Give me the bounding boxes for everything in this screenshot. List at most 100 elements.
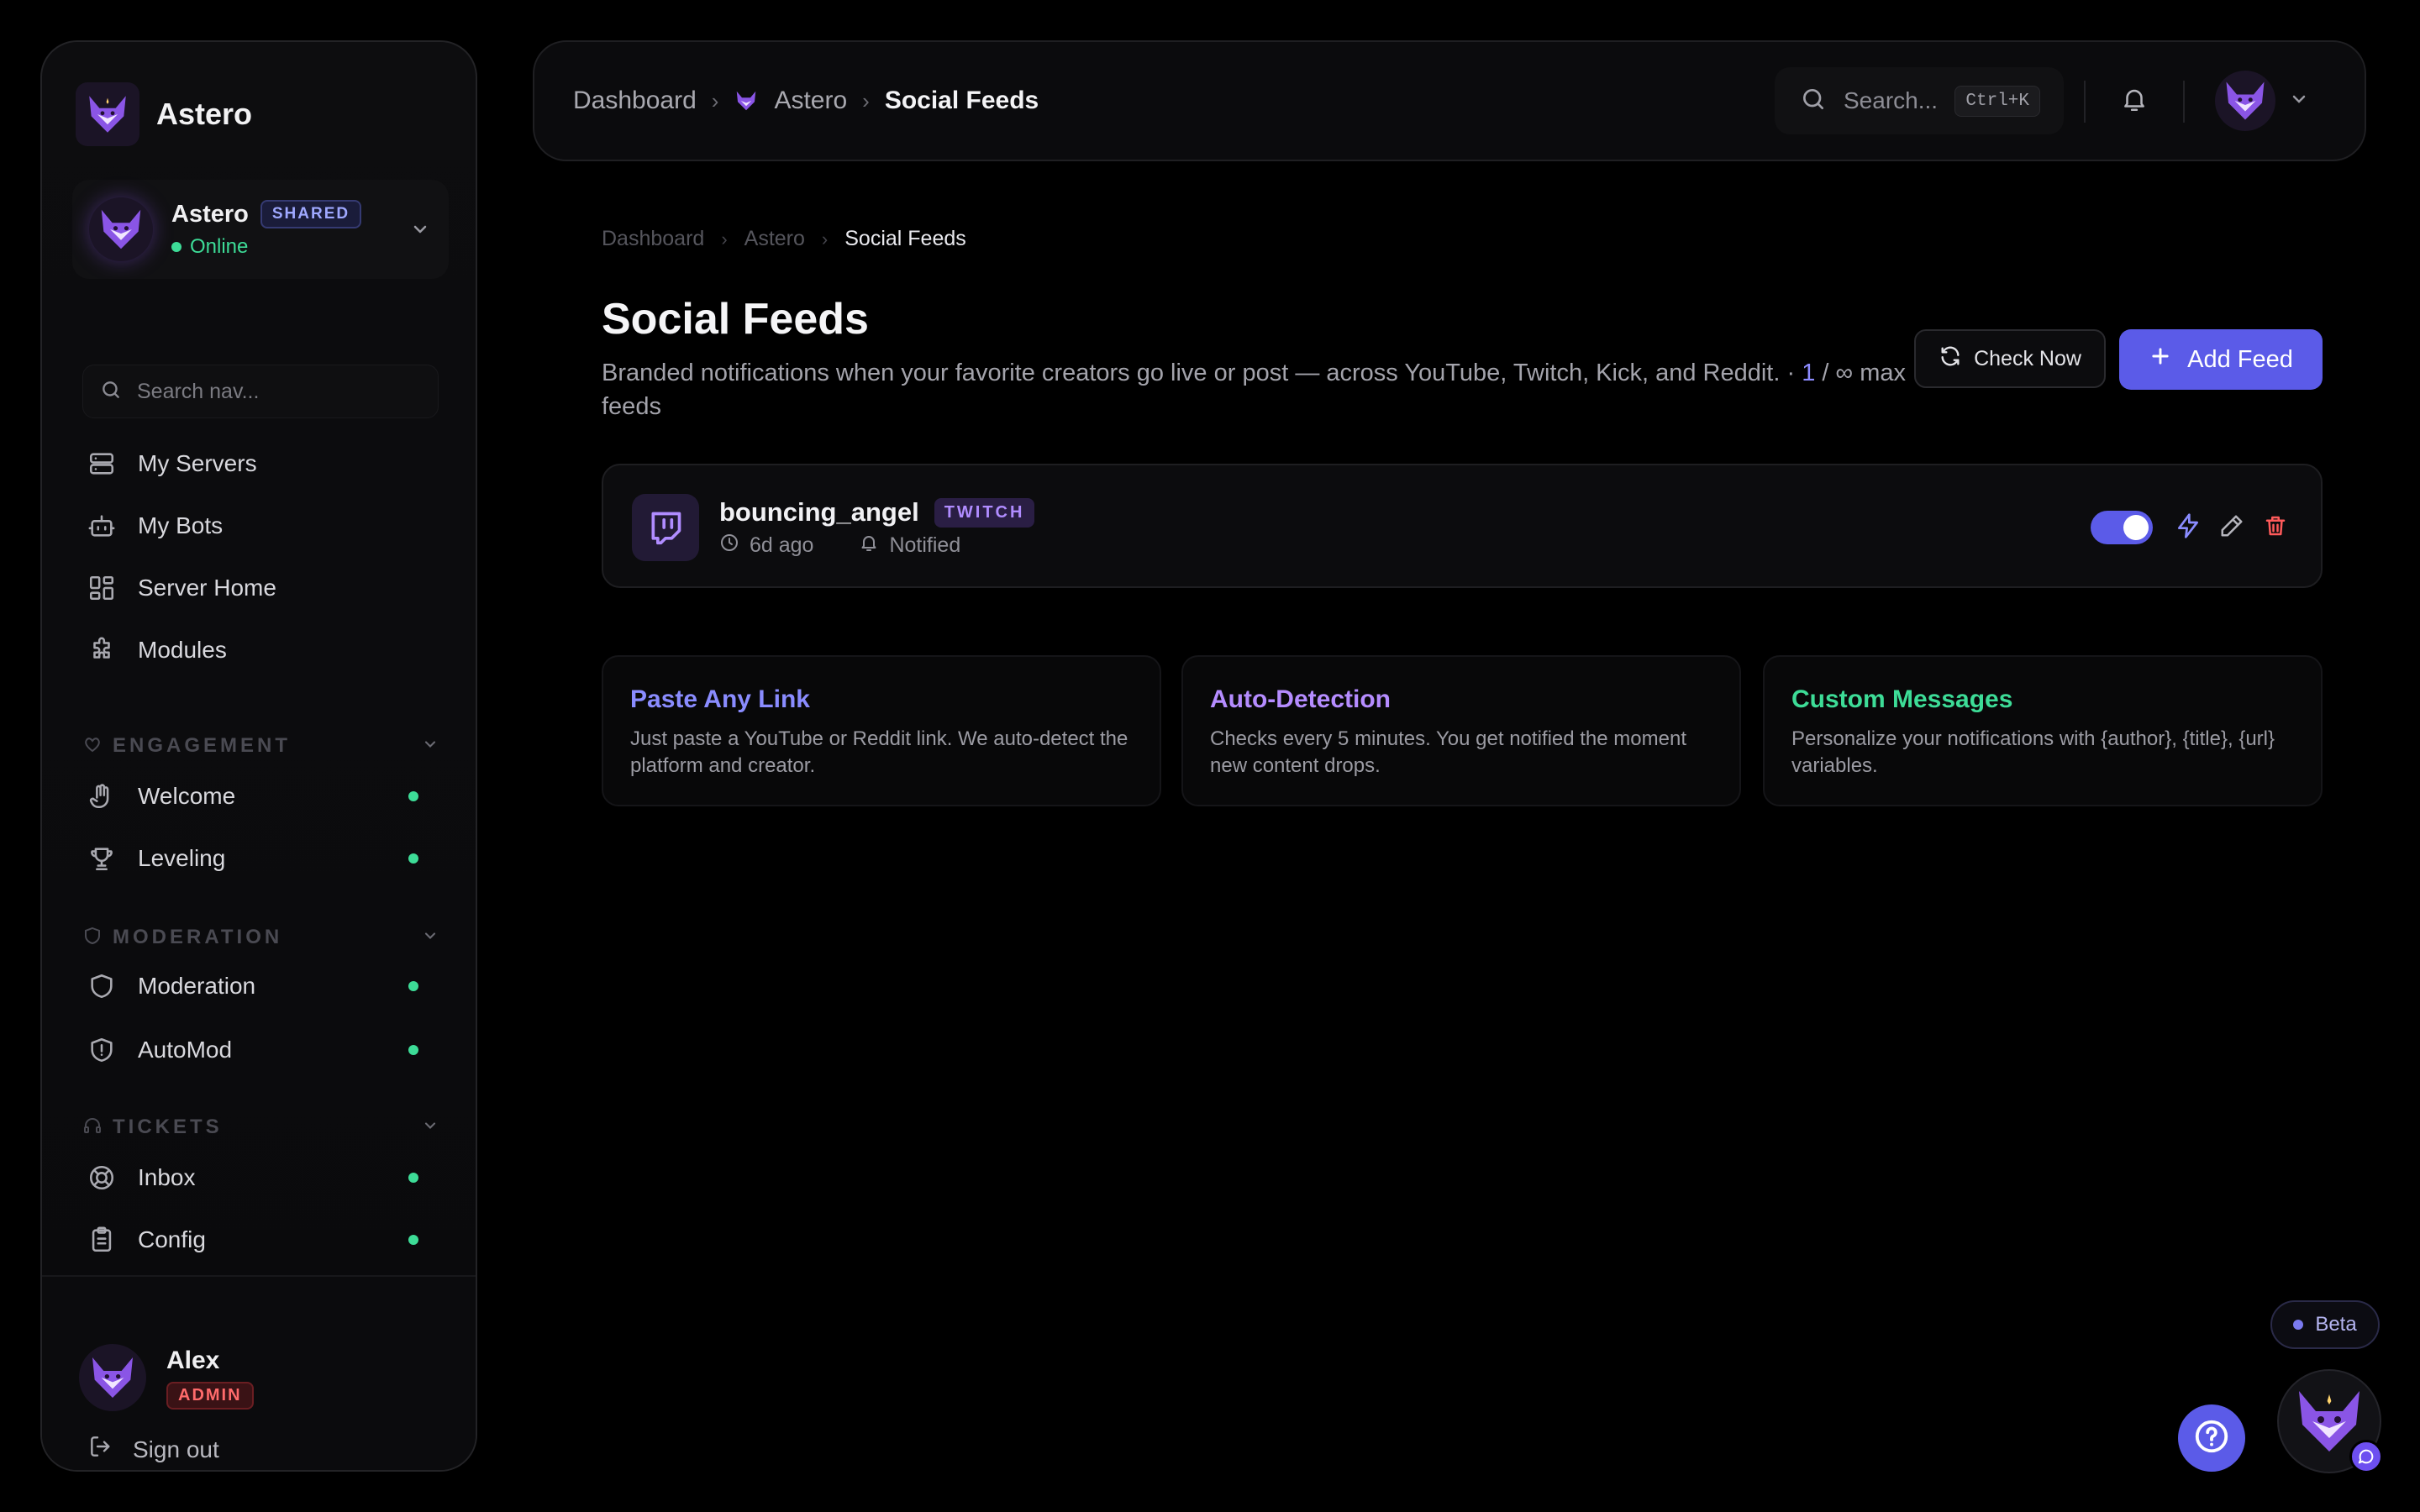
profile-menu[interactable] (2215, 71, 2309, 131)
nav-item-label: AutoMod (138, 1037, 233, 1063)
nav-item-my-servers[interactable]: My Servers (82, 438, 439, 489)
nav-item-server-home[interactable]: Server Home (82, 563, 439, 613)
nav-item-label: My Servers (138, 450, 257, 476)
chevron-down-icon (422, 1117, 439, 1138)
nav-item-label: My Bots (138, 512, 224, 538)
page-breadcrumb: Dashboard › Astero › Social Feeds (602, 227, 966, 251)
feed-name: bouncing_angel (719, 497, 919, 527)
nav-item-inbox[interactable]: Inbox (82, 1152, 439, 1203)
section-title: MODERATION (113, 926, 283, 948)
help-button[interactable] (2178, 1404, 2245, 1472)
breadcrumb: Dashboard › Astero › Social Feeds (573, 42, 1039, 160)
feed-enabled-toggle[interactable] (2091, 511, 2153, 544)
search-icon (100, 379, 122, 405)
sign-out-button[interactable]: Sign out (87, 1433, 219, 1466)
logout-icon (87, 1433, 114, 1466)
info-card-title: Custom Messages (1791, 685, 2013, 713)
lightning-icon (2175, 512, 2202, 543)
chevron-right-icon: › (862, 87, 870, 113)
divider (2183, 81, 2185, 123)
section-tickets[interactable]: TICKETS (82, 1110, 439, 1144)
info-card-text: Personalize your notifications with {aut… (1791, 727, 2275, 777)
beta-badge[interactable]: Beta (2270, 1300, 2380, 1349)
nav-item-label: Welcome (138, 783, 236, 809)
breadcrumb-server[interactable]: Astero (774, 87, 847, 115)
page-description: Branded notifications when your favorite… (602, 356, 1912, 423)
info-card-text: Checks every 5 minutes. You get notified… (1210, 727, 1686, 777)
breadcrumb-current: Social Feeds (884, 87, 1039, 114)
lifebuoy-icon (86, 1162, 118, 1194)
nav-item-moderation[interactable]: Moderation (82, 961, 439, 1011)
search-placeholder: Search... (1844, 87, 1939, 113)
sidebar: Astero Astero SHARED Online Search nav..… (40, 40, 477, 1472)
nav-item-my-bots[interactable]: My Bots (82, 501, 439, 551)
feed-max: / ∞ (1815, 360, 1854, 386)
beta-dot-icon (2293, 1320, 2304, 1330)
enabled-dot-icon (408, 1235, 418, 1245)
plus-icon (2149, 344, 2172, 375)
nav-item-label: Server Home (138, 575, 276, 601)
clock-icon (719, 533, 739, 559)
check-now-button[interactable]: Check Now (1914, 329, 2106, 388)
brand[interactable]: Astero (76, 82, 252, 146)
brand-name: Astero (156, 97, 253, 131)
nav-item-modules[interactable]: Modules (82, 625, 439, 675)
nav-item-leveling[interactable]: Leveling (82, 833, 439, 884)
nav-search-input[interactable] (137, 379, 423, 404)
server-status-label: Online (190, 235, 249, 258)
breadcrumb-dashboard[interactable]: Dashboard (602, 227, 704, 251)
section-title: ENGAGEMENT (113, 734, 292, 757)
nav-item-label: Modules (138, 637, 227, 663)
info-card-custom-messages: Custom Messages Personalize your notific… (1763, 655, 2323, 806)
enabled-dot-icon (408, 791, 418, 801)
help-circle-icon (2192, 1417, 2231, 1460)
enabled-dot-icon (408, 1173, 418, 1183)
heart-icon (82, 734, 103, 759)
global-search[interactable]: Search... Ctrl+K (1775, 67, 2064, 134)
avatar (2215, 71, 2275, 131)
section-engagement[interactable]: ENGAGEMENT (82, 729, 439, 763)
notifications-button[interactable] (2111, 77, 2158, 124)
enabled-dot-icon (408, 1045, 418, 1055)
feed-count: 1 (1802, 360, 1816, 386)
nav-item-label: Moderation (138, 973, 256, 999)
top-header: Dashboard › Astero › Social Feeds Search… (533, 40, 2366, 161)
info-card-paste-link: Paste Any Link Just paste a YouTube or R… (602, 655, 1161, 806)
add-feed-label: Add Feed (2187, 345, 2293, 373)
trophy-icon (86, 843, 118, 874)
delete-feed-button[interactable] (2259, 511, 2292, 544)
breadcrumb-server[interactable]: Astero (744, 227, 805, 251)
shield-alert-icon (86, 1034, 118, 1066)
twitch-icon (632, 494, 699, 561)
add-feed-button[interactable]: Add Feed (2119, 329, 2323, 390)
page-title: Social Feeds (602, 295, 869, 344)
shield-icon (86, 970, 118, 1002)
server-switcher[interactable]: Astero SHARED Online (72, 180, 449, 279)
avatar (79, 1344, 146, 1411)
feed-time: 6d ago (750, 533, 814, 557)
platform-badge: TWITCH (934, 497, 1035, 528)
nav-item-config[interactable]: Config (82, 1215, 439, 1265)
sign-out-label: Sign out (133, 1436, 219, 1462)
info-card-auto-detection: Auto-Detection Checks every 5 minutes. Y… (1181, 655, 1741, 806)
shortcut-hint: Ctrl+K (1954, 85, 2040, 117)
nav-item-welcome[interactable]: Welcome (82, 771, 439, 822)
fox-logo-icon (734, 88, 759, 113)
section-moderation[interactable]: MODERATION (82, 921, 439, 954)
role-badge: ADMIN (166, 1381, 254, 1410)
section-title: TICKETS (113, 1116, 223, 1138)
headset-icon (82, 1116, 103, 1140)
nav-item-label: Inbox (138, 1164, 196, 1190)
chat-icon (2349, 1440, 2383, 1473)
info-card-title: Paste Any Link (630, 685, 810, 713)
server-status: Online (171, 235, 408, 259)
toggle-knob (2123, 515, 2149, 540)
user-profile[interactable]: Alex ADMIN (79, 1344, 254, 1411)
bell-icon (2120, 85, 2149, 118)
edit-feed-button[interactable] (2215, 511, 2249, 544)
test-feed-button[interactable] (2171, 511, 2205, 544)
nav-search[interactable] (82, 365, 439, 418)
enabled-dot-icon (408, 853, 418, 864)
nav-item-automod[interactable]: AutoMod (82, 1025, 439, 1075)
breadcrumb-dashboard[interactable]: Dashboard (573, 87, 697, 115)
